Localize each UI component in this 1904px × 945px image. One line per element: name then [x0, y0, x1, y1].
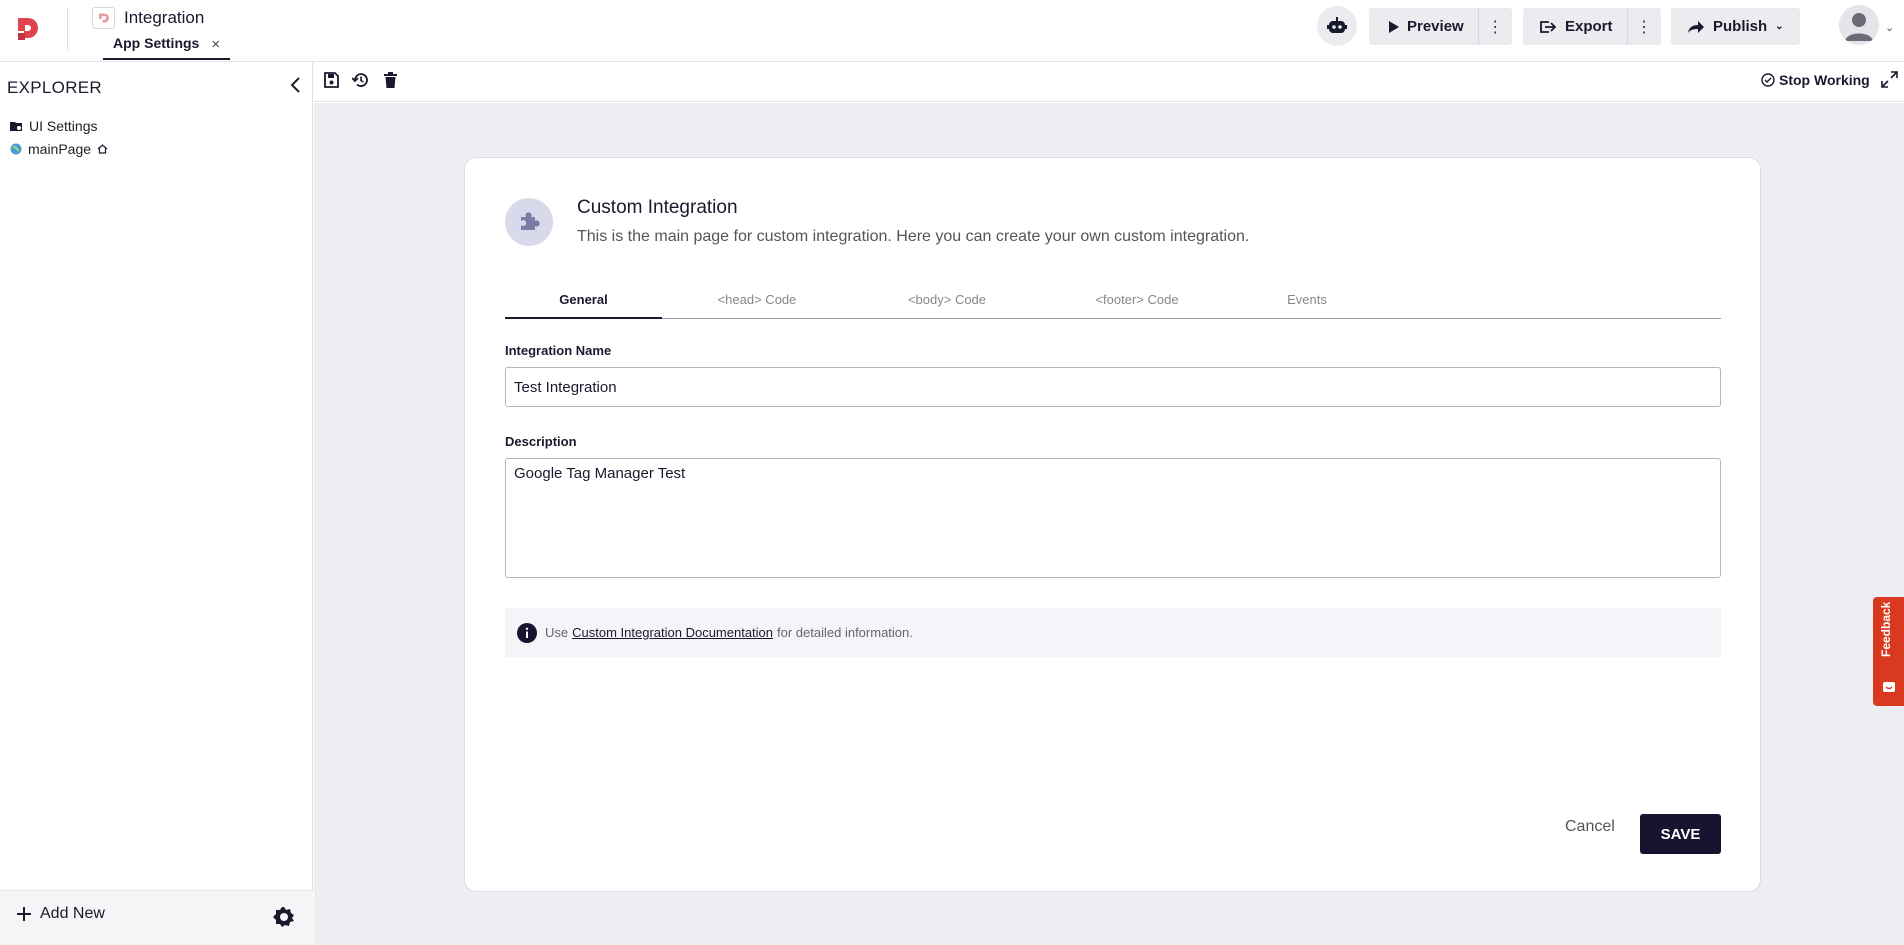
card-icon-badge: [505, 198, 553, 246]
documentation-link[interactable]: Custom Integration Documentation: [572, 625, 773, 640]
chevron-left-icon[interactable]: [289, 74, 301, 100]
export-button[interactable]: Export: [1523, 8, 1627, 45]
info-icon: [517, 622, 537, 643]
stop-working-button[interactable]: Stop Working: [1761, 72, 1870, 88]
explorer-title: EXPLORER: [7, 78, 102, 97]
preview-button[interactable]: Preview: [1369, 8, 1478, 45]
publish-group: Publish ⌄: [1671, 8, 1800, 45]
editor-toolbar: Stop Working: [314, 62, 1904, 102]
feedback-label: Feedback: [1879, 601, 1893, 657]
tab-label: App Settings: [113, 35, 200, 51]
integration-card: Custom Integration This is the main page…: [464, 157, 1761, 892]
integration-name-input[interactable]: [505, 367, 1721, 407]
save-button[interactable]: SAVE: [1640, 814, 1721, 854]
feedback-icon: [1883, 682, 1895, 692]
history-icon[interactable]: [352, 72, 369, 88]
tab-footer-code[interactable]: <footer> Code: [1042, 285, 1232, 319]
user-avatar[interactable]: [1839, 5, 1879, 45]
description-textarea[interactable]: Google Tag Manager Test: [505, 458, 1721, 578]
explorer-sidebar: EXPLORER UI Settings mainPage Add New: [0, 62, 313, 945]
preview-more-button[interactable]: ⋮: [1477, 8, 1512, 45]
tab-app-settings[interactable]: App Settings ×: [103, 31, 231, 60]
tree-item-label: mainPage: [28, 141, 92, 157]
app-title: Integration: [124, 8, 205, 27]
top-bar: Integration App Settings × Preview ⋮ Exp…: [0, 0, 1904, 62]
export-more-button[interactable]: ⋮: [1626, 8, 1661, 45]
export-label: Export: [1565, 18, 1613, 35]
trash-icon[interactable]: [384, 72, 397, 88]
add-new-button[interactable]: Add New: [16, 905, 105, 923]
stop-working-label: Stop Working: [1779, 72, 1870, 88]
tab-general[interactable]: General: [505, 285, 662, 319]
header-divider: [67, 8, 68, 50]
tree-item-main-page[interactable]: mainPage: [10, 141, 108, 157]
cancel-button[interactable]: Cancel: [1565, 818, 1615, 836]
play-icon: [1389, 20, 1399, 33]
gear-icon[interactable]: [272, 905, 296, 929]
puzzle-icon: [521, 212, 540, 230]
user-icon: [1845, 13, 1873, 41]
folder-settings-icon: [10, 121, 22, 131]
integration-name-label: Integration Name: [505, 343, 612, 358]
publish-button[interactable]: Publish ⌄: [1671, 8, 1800, 45]
tree-item-ui-settings[interactable]: UI Settings: [10, 118, 97, 134]
check-circle-icon: [1761, 73, 1775, 87]
export-icon: [1540, 20, 1557, 33]
tab-body-code[interactable]: <body> Code: [852, 285, 1042, 319]
card-title: Custom Integration: [577, 197, 738, 218]
add-new-label: Add New: [40, 905, 105, 922]
info-suffix: for detailed information.: [777, 625, 913, 640]
chevron-down-icon: ⌄: [1775, 21, 1784, 32]
info-banner: Use Custom Integration Documentation for…: [505, 608, 1721, 657]
sidebar-footer: Add New: [0, 890, 313, 945]
card-subtitle: This is the main page for custom integra…: [577, 228, 1250, 245]
assistant-bot-button[interactable]: [1317, 6, 1357, 46]
app-icon: [92, 7, 115, 29]
export-group: Export ⋮: [1523, 8, 1661, 45]
avatar-chevron-down-icon[interactable]: ⌄: [1885, 21, 1894, 34]
editor-canvas: Custom Integration This is the main page…: [314, 103, 1904, 945]
tab-events[interactable]: Events: [1232, 285, 1382, 319]
tree-item-label: UI Settings: [29, 118, 98, 134]
globe-icon: [10, 143, 22, 155]
info-prefix: Use: [545, 625, 569, 640]
close-icon[interactable]: ×: [211, 37, 220, 58]
plus-icon: [17, 907, 31, 921]
app-logo-icon[interactable]: [14, 14, 42, 44]
tab-head-code[interactable]: <head> Code: [662, 285, 852, 319]
home-icon: [97, 144, 108, 154]
expand-icon[interactable]: [1881, 71, 1898, 88]
preview-group: Preview ⋮: [1369, 8, 1512, 45]
share-arrow-icon: [1688, 20, 1704, 33]
feedback-tab[interactable]: Feedback: [1873, 597, 1904, 706]
save-icon[interactable]: [323, 72, 339, 88]
publish-label: Publish: [1713, 18, 1768, 35]
preview-label: Preview: [1407, 18, 1464, 35]
integration-tabs: General <head> Code <body> Code <footer>…: [505, 285, 1721, 319]
robot-icon: [1327, 17, 1347, 33]
description-label: Description: [505, 434, 577, 449]
